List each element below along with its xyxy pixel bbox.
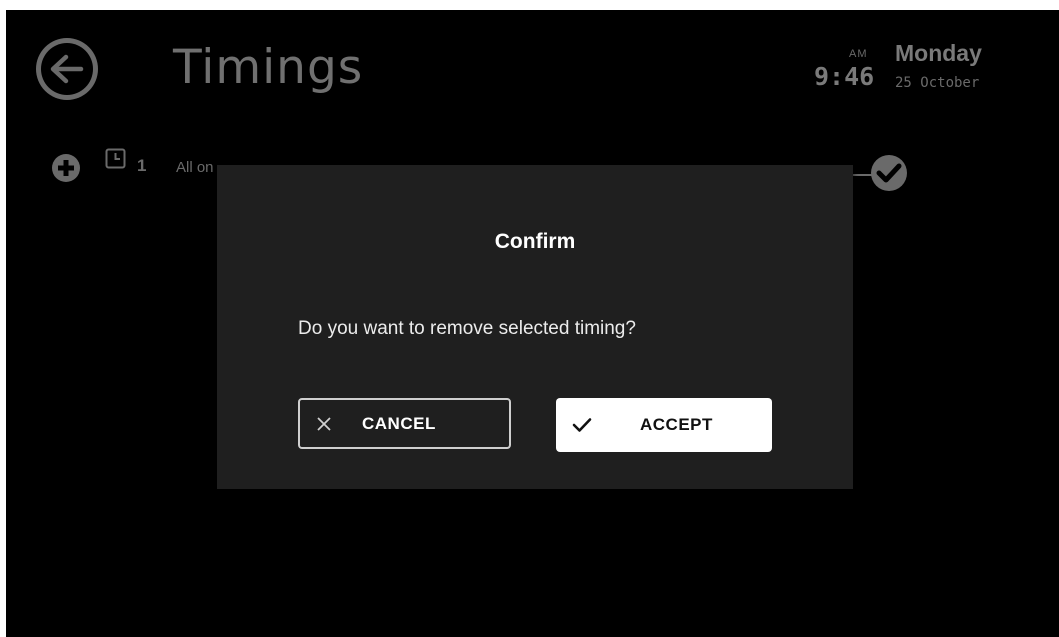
- timing-number: 1: [137, 156, 147, 175]
- back-arrow-icon: [41, 43, 93, 95]
- screen: Timings AM 9:46 Monday 25 October 1 All …: [6, 10, 1059, 637]
- date-label: 25 October: [895, 75, 980, 91]
- day-label: Monday: [895, 40, 982, 66]
- timing-label[interactable]: All on: [176, 159, 214, 176]
- confirm-dialog: Confirm Do you want to remove selected t…: [217, 165, 853, 489]
- accept-button[interactable]: ACCEPT: [556, 398, 772, 452]
- ampm-indicator: AM: [849, 48, 868, 60]
- checkmark-icon: [572, 417, 592, 433]
- accept-label: ACCEPT: [640, 415, 713, 434]
- page-title: Timings: [173, 40, 364, 95]
- close-icon: [316, 416, 332, 432]
- plus-circle-icon[interactable]: [51, 153, 81, 183]
- dialog-message: Do you want to remove selected timing?: [298, 318, 636, 339]
- clock-time: 9:46: [814, 62, 875, 91]
- dialog-title: Confirm: [494, 230, 576, 253]
- check-circle-icon[interactable]: [869, 153, 909, 193]
- clock-icon: [105, 148, 126, 169]
- back-button[interactable]: [36, 38, 98, 100]
- cancel-button[interactable]: CANCEL: [298, 398, 511, 449]
- cancel-label: CANCEL: [362, 413, 436, 433]
